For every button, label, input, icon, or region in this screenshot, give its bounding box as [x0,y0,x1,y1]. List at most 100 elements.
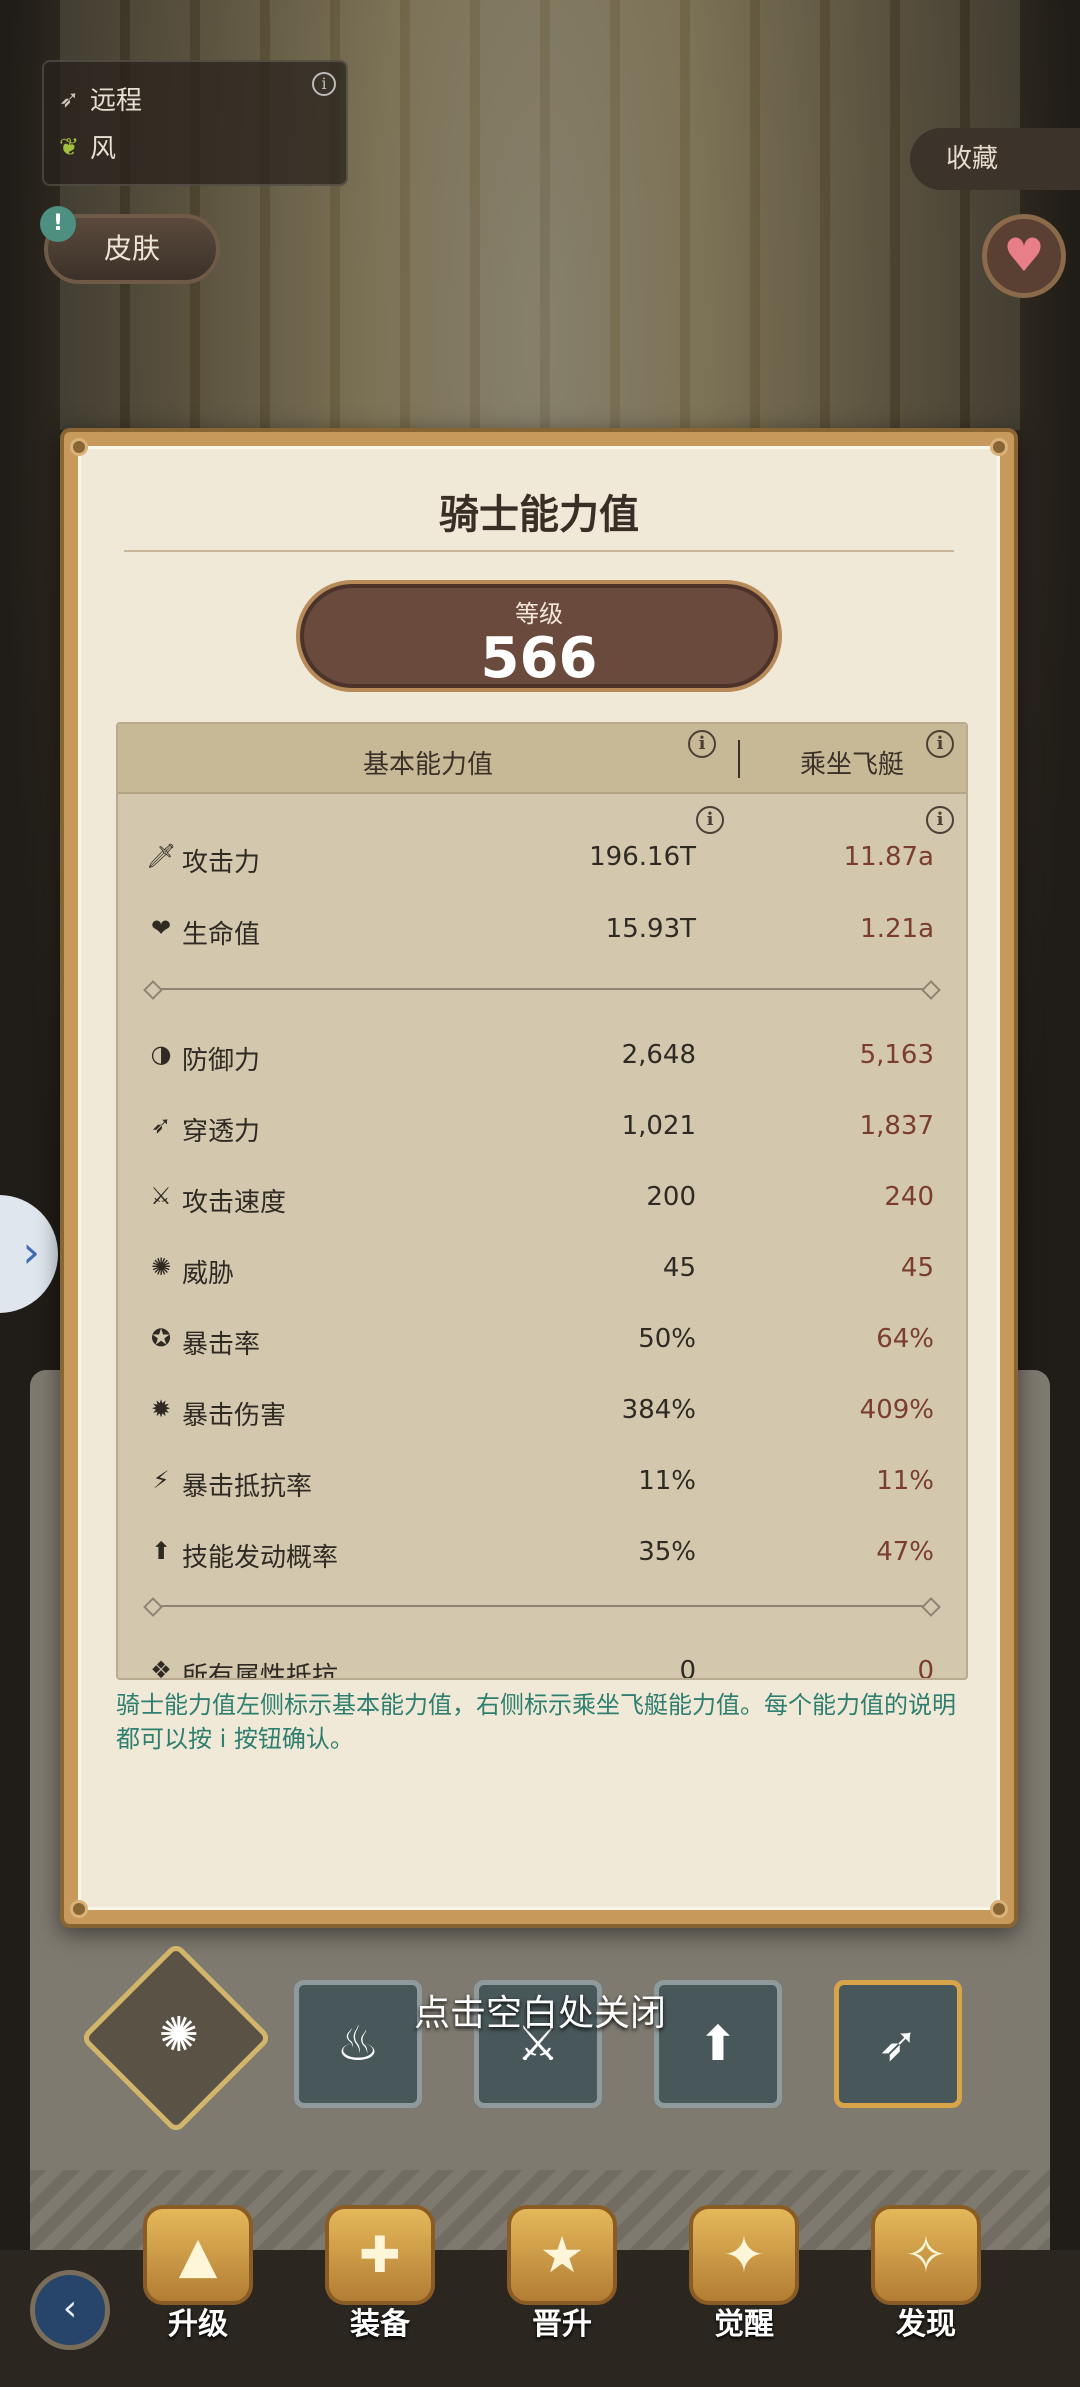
nav-item-3[interactable]: ★ 晋升 [492,2205,632,2343]
stat-name: 防御力 [182,1046,261,1076]
stat-base-value: 196.16T [589,842,696,872]
corner-rivet [70,1900,88,1918]
modal-title: 骑士能力值 [439,492,639,538]
stat-mount-value: 11% [876,1466,934,1496]
element-row: ❦ 风 [56,128,116,165]
shield-half-icon: ◑ [150,1040,172,1068]
threat-icon: ✺ [150,1253,172,1281]
knight-info-box: ➶ 远程 ❦ 风 i [42,60,348,186]
stat-mount-value: 1,837 [859,1111,934,1141]
stat-mount-value: 1.21a [860,914,934,944]
skill-trigger-icon: ⬆ [150,1537,172,1565]
nav-item-1[interactable]: ▲ 升级 [128,2205,268,2343]
nav-label: 升级 [168,2307,228,2342]
stat-row: ⚔ 攻击速度 200 240 [118,1174,966,1222]
type-row: ➶ 远程 [56,80,142,117]
stat-base-value: 45 [662,1253,696,1283]
stat-mount-value: 0 [917,1656,934,1680]
stat-name: 技能发动概率 [182,1543,339,1573]
header-base: 基本能力值 [362,750,493,780]
awaken-icon: ✦ [689,2205,799,2305]
stat-mount-value: 409% [859,1395,934,1425]
close-hint[interactable]: 点击空白处关闭 [0,1984,1080,2036]
corner-rivet [990,1900,1008,1918]
bow-icon: ➶ [58,84,80,113]
nav-item-2[interactable]: ✚ 装备 [310,2205,450,2343]
stat-base-value: 1,021 [621,1111,696,1141]
stat-base-value: 200 [646,1182,696,1212]
stat-row: 🗡 攻击力 196.16T 11.87a [118,834,966,882]
stat-base-value: 35% [638,1537,696,1567]
stat-name: 威胁 [182,1259,235,1289]
corner-rivet [990,438,1008,456]
stat-base-value: 384% [621,1395,696,1425]
stat-base-value: 15.93T [605,914,696,944]
stat-name: 穿透力 [182,1117,261,1147]
stat-mount-value: 47% [876,1537,934,1567]
stat-name: 生命值 [182,920,261,950]
element-label: 风 [90,134,117,164]
heart-icon[interactable]: ♥ [982,214,1066,298]
discover-icon: ✧ [871,2205,981,2305]
stat-row: ✺ 威胁 45 45 [118,1245,966,1293]
stat-name: 攻击力 [182,848,261,878]
crit-rate-icon: ✪ [150,1324,172,1352]
stats-table: 基本能力值 i 乘坐飞艇 i i i 🗡 攻击力 196.16T 11.87a ❤ 生命值… [116,722,968,1680]
stat-name: 暴击伤害 [182,1401,287,1431]
base-info-icon[interactable]: i [688,730,716,758]
nav-label: 晋升 [532,2307,592,2342]
equipment-icon: ✚ [325,2205,435,2305]
nav-item-4[interactable]: ✦ 觉醒 [674,2205,814,2343]
stat-name: 暴击率 [182,1330,261,1360]
mount-info-icon[interactable]: i [926,730,954,758]
level-badge: 等级 566 [296,580,782,692]
back-icon[interactable]: ‹ [30,2270,110,2350]
stat-base-value: 0 [679,1656,696,1680]
stats-modal: 骑士能力值 等级 566 基本能力值 i 乘坐飞艇 i i i 🗡 攻击力 196.… [60,428,1018,1928]
title-divider [124,550,954,552]
pierce-icon: ➶ [150,1111,172,1139]
sword-icon: 🗡 [146,842,177,870]
mount-stats-info-icon[interactable]: i [926,806,954,834]
stat-row: ➶ 穿透力 1,021 1,837 [118,1103,966,1151]
type-label: 远程 [90,86,143,116]
section-divider [152,988,932,990]
nav-label: 装备 [350,2307,410,2342]
stat-mount-value: 11.87a [843,842,934,872]
wind-icon: ❦ [58,132,80,161]
stat-row: ❤ 生命值 15.93T 1.21a [118,906,966,954]
section-divider [152,1605,932,1607]
stat-base-value: 50% [638,1324,696,1354]
stat-name: 攻击速度 [182,1188,287,1218]
level-value: 566 [480,626,598,691]
all-resist-icon: ❖ [150,1656,172,1680]
corner-rivet [70,438,88,456]
crit-damage-icon: ✹ [150,1395,172,1423]
nav-item-5[interactable]: ✧ 发现 [856,2205,996,2343]
level-label: 等级 [515,600,563,628]
promote-icon: ★ [507,2205,617,2305]
stat-row: ◑ 防御力 2,648 5,163 [118,1032,966,1080]
alert-icon: ! [40,206,76,242]
stat-row: ⚡ 暴击抵抗率 11% 11% [118,1458,966,1506]
modal-note: 骑士能力值左侧标示基本能力值，右侧标示乘坐飞艇能力值。每个能力值的说明都可以按 … [116,1691,956,1753]
info-icon[interactable]: i [312,72,336,96]
stat-mount-value: 45 [900,1253,934,1283]
stat-row: ❖ 所有属性抵抗 0 0 [118,1648,966,1680]
nav-label: 发现 [896,2307,956,2342]
stat-row: ✹ 暴击伤害 384% 409% [118,1387,966,1435]
table-header: 基本能力值 i 乘坐飞艇 i [118,724,966,794]
stat-row: ⬆ 技能发动概率 35% 47% [118,1529,966,1577]
stat-base-value: 2,648 [621,1040,696,1070]
attack-speed-icon: ⚔ [150,1182,172,1210]
crit-resist-icon: ⚡ [152,1466,170,1494]
nav-label: 觉醒 [714,2307,774,2342]
stat-mount-value: 5,163 [859,1040,934,1070]
collect-button[interactable]: 收藏 [910,128,1080,190]
stat-row: ✪ 暴击率 50% 64% [118,1316,966,1364]
stat-name: 暴击抵抗率 [182,1472,313,1502]
base-stats-info-icon[interactable]: i [696,806,724,834]
heart-shield-icon: ❤ [150,914,172,942]
stat-mount-value: 240 [884,1182,934,1212]
upgrade-icon: ▲ [143,2205,253,2305]
